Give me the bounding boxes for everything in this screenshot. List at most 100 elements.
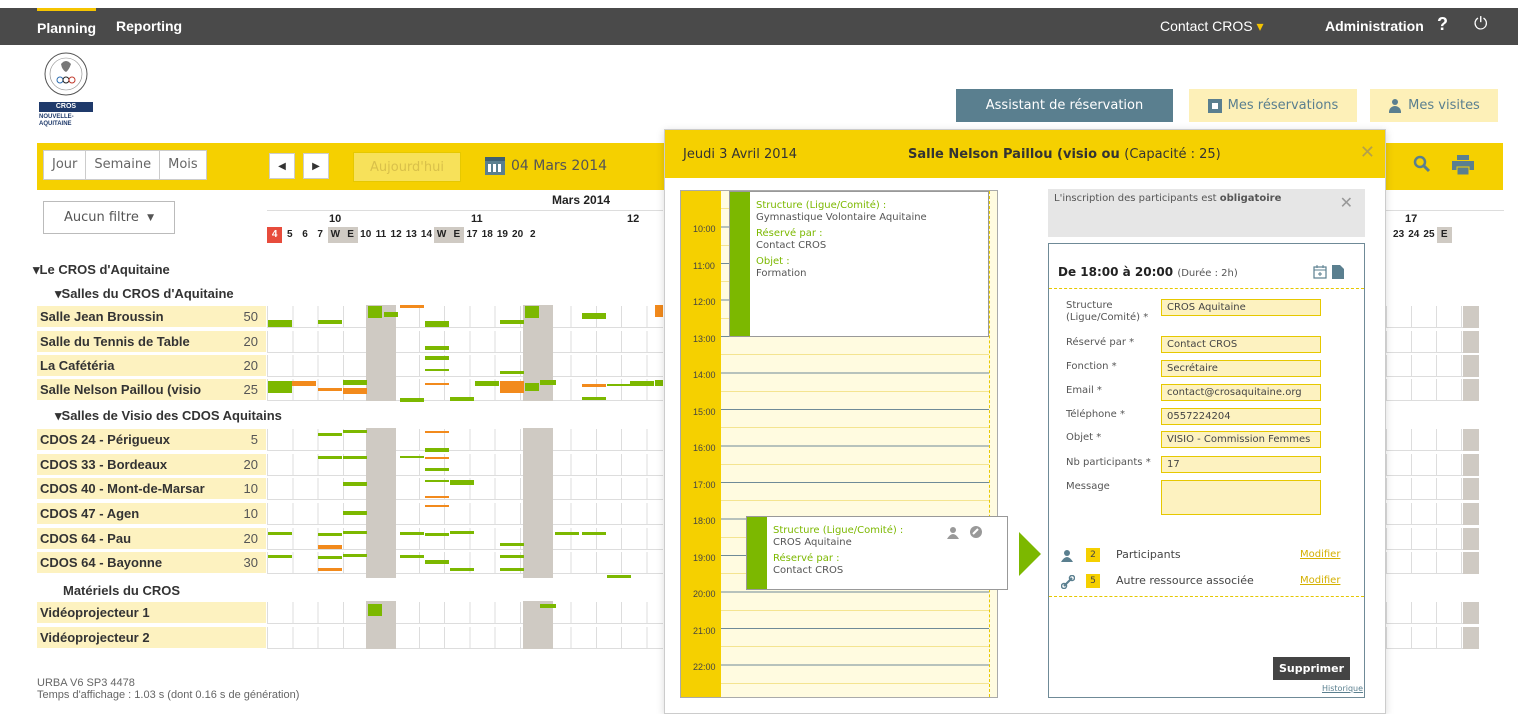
date-picker[interactable]: 04 Mars 2014 bbox=[485, 157, 607, 175]
reservation-bar[interactable] bbox=[425, 431, 449, 433]
reservation-bar[interactable] bbox=[425, 356, 449, 360]
resource-row[interactable]: Vidéoprojecteur 1 bbox=[37, 602, 266, 624]
field-input[interactable]: Contact CROS bbox=[1161, 336, 1321, 353]
resource-row[interactable]: CDOS 24 - Périgueux 5 bbox=[37, 429, 266, 451]
reservation-bar[interactable] bbox=[343, 554, 367, 557]
reservation-bar[interactable] bbox=[343, 482, 367, 486]
reservation-bar[interactable] bbox=[525, 306, 539, 318]
resource-timeline-row[interactable] bbox=[267, 627, 663, 649]
reservation-bar[interactable] bbox=[343, 531, 367, 534]
reservation-bar[interactable] bbox=[425, 505, 449, 507]
reservation-bar[interactable] bbox=[343, 430, 367, 433]
resource-row[interactable]: Salle Nelson Paillou (visio 25 bbox=[37, 379, 266, 401]
reservation-bar[interactable] bbox=[500, 555, 524, 558]
reservation-bar[interactable] bbox=[582, 384, 606, 387]
reservation-bar[interactable] bbox=[450, 531, 474, 534]
reservation-bar[interactable] bbox=[400, 456, 424, 458]
close-icon[interactable]: ✕ bbox=[1360, 142, 1375, 163]
reservation-bar[interactable] bbox=[318, 568, 342, 571]
resource-row[interactable]: Vidéoprojecteur 2 bbox=[37, 627, 266, 649]
search-icon[interactable] bbox=[1413, 155, 1431, 178]
resource-timeline-row[interactable] bbox=[267, 331, 663, 353]
reservation-bar[interactable] bbox=[425, 457, 449, 459]
reservation-bar[interactable] bbox=[540, 604, 556, 608]
reservation-bar[interactable] bbox=[268, 320, 292, 327]
reservation-bar[interactable] bbox=[607, 384, 631, 386]
filter-dropdown[interactable]: Aucun filtre ▼ bbox=[43, 201, 175, 234]
reservation-bar[interactable] bbox=[607, 575, 631, 578]
assistant-button[interactable]: Assistant de réservation bbox=[956, 89, 1173, 122]
reservation-bar[interactable] bbox=[425, 480, 449, 482]
reservation-bar[interactable] bbox=[425, 468, 449, 471]
reservation-bar[interactable] bbox=[450, 480, 474, 485]
reservation-bar[interactable] bbox=[343, 388, 367, 394]
resource-row[interactable]: Salle du Tennis de Table 20 bbox=[37, 331, 266, 353]
reservation-bar[interactable] bbox=[400, 398, 424, 402]
reservation-bar[interactable] bbox=[425, 383, 449, 385]
reservation-bar[interactable] bbox=[425, 560, 449, 564]
reservation-bar[interactable] bbox=[450, 397, 474, 401]
field-input[interactable] bbox=[1161, 480, 1321, 515]
reservation-bar[interactable] bbox=[425, 321, 449, 327]
reservation-bar[interactable] bbox=[400, 555, 424, 558]
reservation-bar[interactable] bbox=[630, 381, 654, 386]
tree-group-rooms[interactable]: ▾Salles du CROS d'Aquitaine bbox=[55, 286, 234, 302]
reservation-bar[interactable] bbox=[318, 533, 342, 536]
reservation-bar[interactable] bbox=[582, 313, 606, 319]
reservation-bar[interactable] bbox=[343, 511, 367, 515]
help-icon[interactable]: ? bbox=[1437, 14, 1448, 35]
next-button[interactable]: ▶ bbox=[303, 153, 329, 179]
view-week-button[interactable]: Semaine bbox=[86, 151, 161, 179]
resource-row[interactable]: La Cafétéria 20 bbox=[37, 355, 266, 377]
resource-timeline-row[interactable] bbox=[267, 503, 663, 525]
event-block[interactable]: Structure (Ligue/Comité) : Gymnastique V… bbox=[729, 191, 989, 337]
reservation-bar[interactable] bbox=[268, 532, 292, 535]
field-input[interactable]: contact@crosaquitaine.org bbox=[1161, 384, 1321, 401]
resource-row[interactable]: CDOS 33 - Bordeaux 20 bbox=[37, 454, 266, 476]
tree-group-visio[interactable]: ▾Salles de Visio des CDOS Aquitains bbox=[55, 408, 282, 424]
resource-timeline-row[interactable] bbox=[267, 355, 663, 377]
reservation-bar[interactable] bbox=[318, 320, 342, 324]
reservation-bar[interactable] bbox=[268, 555, 292, 558]
delete-button[interactable]: Supprimer bbox=[1273, 657, 1350, 680]
reservation-bar[interactable] bbox=[368, 306, 382, 318]
reservation-bar[interactable] bbox=[525, 383, 539, 391]
tab-reporting[interactable]: Reporting bbox=[116, 18, 182, 34]
reservation-bar[interactable] bbox=[655, 305, 663, 317]
reservation-bar[interactable] bbox=[268, 381, 292, 393]
resource-row[interactable]: CDOS 64 - Bayonne 30 bbox=[37, 552, 266, 574]
reservation-bar[interactable] bbox=[343, 380, 367, 385]
document-icon[interactable] bbox=[1332, 265, 1344, 283]
reservation-bar[interactable] bbox=[655, 380, 663, 386]
reservation-bar[interactable] bbox=[292, 381, 316, 386]
reservation-bar[interactable] bbox=[400, 305, 424, 308]
reservation-bar[interactable] bbox=[475, 381, 499, 386]
view-month-button[interactable]: Mois bbox=[160, 151, 206, 179]
resource-timeline-row[interactable] bbox=[267, 602, 663, 624]
field-input[interactable]: 0557224204 bbox=[1161, 408, 1321, 425]
reservation-bar[interactable] bbox=[425, 533, 449, 536]
print-icon[interactable] bbox=[1452, 155, 1474, 180]
selected-event-block[interactable]: Structure (Ligue/Comité) : CROS Aquitain… bbox=[746, 516, 1008, 590]
reservation-bar[interactable] bbox=[425, 496, 449, 498]
reservation-bar[interactable] bbox=[582, 397, 606, 400]
field-input[interactable]: 17 bbox=[1161, 456, 1321, 473]
resource-row[interactable]: CDOS 64 - Pau 20 bbox=[37, 528, 266, 550]
previous-button[interactable]: ◀ bbox=[269, 153, 295, 179]
user-menu[interactable]: Contact CROS ▾ bbox=[1160, 18, 1264, 35]
reservation-bar[interactable] bbox=[318, 545, 342, 549]
resource-row[interactable]: Salle Jean Broussin 50 bbox=[37, 306, 266, 328]
reservation-bar[interactable] bbox=[450, 568, 474, 571]
calendar-edit-icon[interactable] bbox=[1313, 265, 1327, 283]
reservation-bar[interactable] bbox=[343, 456, 367, 459]
reservation-bar[interactable] bbox=[500, 543, 524, 546]
modify-resources-link[interactable]: Modifier bbox=[1300, 575, 1340, 586]
reservation-bar[interactable] bbox=[318, 456, 342, 459]
today-button[interactable]: Aujourd'hui bbox=[353, 152, 461, 182]
administration-link[interactable]: Administration bbox=[1325, 18, 1424, 34]
field-input[interactable]: VISIO - Commission Femmes bbox=[1161, 431, 1321, 448]
field-input[interactable]: CROS Aquitaine bbox=[1161, 299, 1321, 316]
power-icon[interactable]: ⏻ bbox=[1474, 14, 1487, 34]
resource-row[interactable]: CDOS 47 - Agen 10 bbox=[37, 503, 266, 525]
reservation-bar[interactable] bbox=[500, 381, 524, 393]
